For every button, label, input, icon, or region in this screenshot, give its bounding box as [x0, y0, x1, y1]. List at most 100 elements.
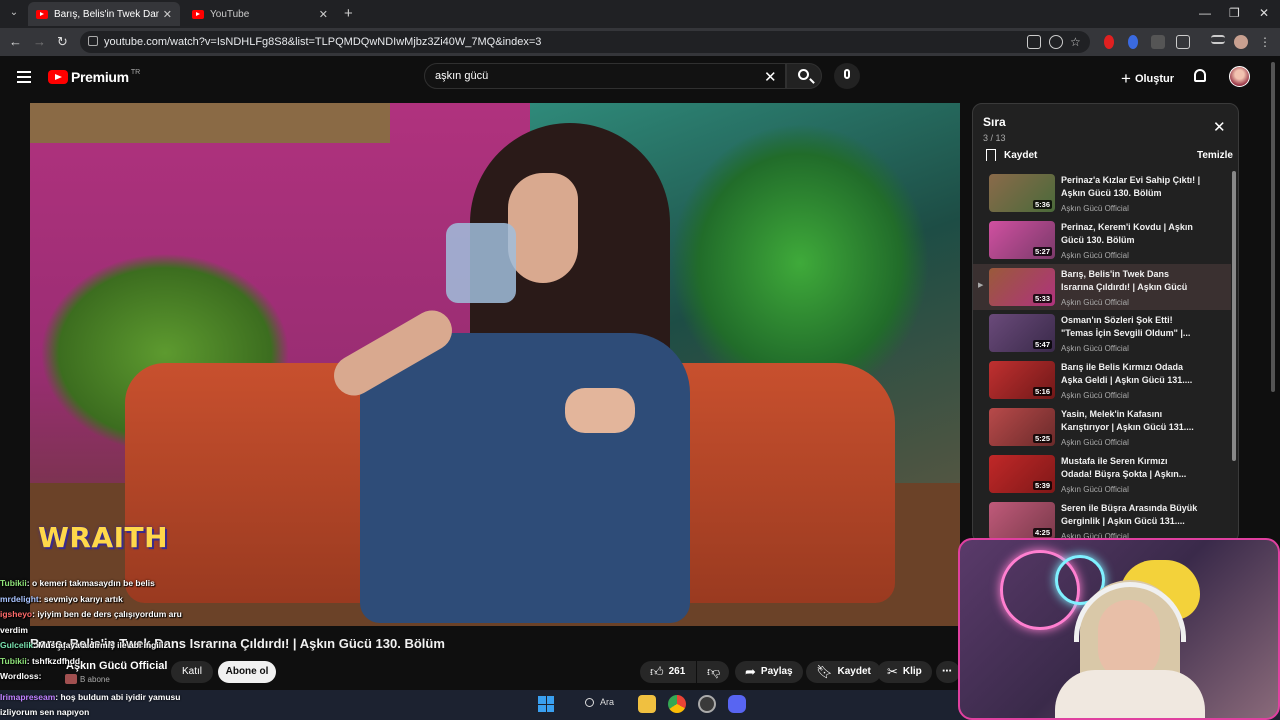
eye-off-icon[interactable]	[1049, 35, 1063, 49]
queue-save-button[interactable]: Kaydet	[986, 149, 1037, 161]
now-playing-icon: ▶	[978, 281, 984, 289]
video-thumbnail[interactable]: 5:25	[989, 407, 1055, 446]
extension-icon[interactable]	[1128, 35, 1138, 49]
like-button[interactable]: 👍︎ 261	[640, 661, 696, 683]
reading-list-icon[interactable]	[1211, 35, 1225, 44]
queue-item[interactable]: 5:36 Perinaz'a Kızlar Evi Sahip Çıktı! |…	[973, 170, 1231, 217]
search-button[interactable]	[786, 63, 822, 89]
queue-clear-button[interactable]: Temizle	[1197, 150, 1233, 161]
chat-text: verdim	[0, 624, 28, 635]
video-player[interactable]: WRAITH	[30, 103, 960, 626]
queue-video-title[interactable]: Yasin, Melek'in Kafasını Karıştırıyor | …	[1061, 408, 1201, 434]
forward-icon[interactable]: →	[33, 34, 46, 49]
back-icon[interactable]: ←	[9, 34, 22, 49]
browser-tab[interactable]: YouTube ✕	[184, 2, 336, 26]
video-duration: 5:33	[1032, 293, 1052, 303]
queue-video-title[interactable]: Barış, Belis'in Twek Dans Israrına Çıldı…	[1061, 268, 1201, 294]
tab-close-icon[interactable]: ✕	[163, 8, 172, 21]
queue-close-icon[interactable]: ✕	[1213, 118, 1226, 136]
chat-text: : o kemeri takmasaydın be belis	[26, 578, 155, 588]
chat-text: : iyiyim ben de ders çalışıyordum aru	[32, 609, 182, 619]
video-scene-cup	[446, 223, 516, 303]
scissors-icon: ✂	[887, 664, 898, 679]
tab-search-icon[interactable]: ⌄	[6, 5, 22, 21]
share-button[interactable]: ➦ Paylaş	[735, 661, 803, 683]
app-icon[interactable]	[698, 695, 716, 713]
browser-tab-active[interactable]: Barış, Belis'in Twek Dans Israrına Çıldı…	[28, 2, 180, 26]
queue-item[interactable]: 5:39 Mustafa ile Seren Kırmızı Odada! Bü…	[973, 451, 1231, 498]
video-scene-shelf	[30, 103, 390, 143]
video-thumbnail[interactable]: 5:16	[989, 361, 1055, 400]
page-scrollbar[interactable]	[1271, 62, 1275, 392]
logo-text: Premium	[71, 69, 129, 85]
queue-channel: Aşkın Gücü Official	[1061, 391, 1129, 401]
tab-title: YouTube	[210, 8, 250, 20]
stream-chat-overlay-bottom: Irimapreseam: hoş buldum abi iyidir yamu…	[0, 690, 230, 720]
chat-message: igsheyo: iyiyim ben de ders çalışıyordum…	[0, 607, 230, 623]
menu-icon[interactable]	[17, 71, 31, 86]
discord-icon[interactable]	[728, 695, 746, 713]
queue-item[interactable]: 5:25 Yasin, Melek'in Kafasını Karıştırıy…	[973, 404, 1231, 451]
share-label: Paylaş	[760, 666, 793, 677]
profile-avatar[interactable]	[1234, 35, 1248, 49]
browser-toolbar: ← → ↻ youtube.com/watch?v=IsNDHLFg8S8&li…	[0, 28, 1280, 56]
queue-video-title[interactable]: Perinaz'a Kızlar Evi Sahip Çıktı! | Aşkı…	[1061, 174, 1201, 200]
video-thumbnail[interactable]: 4:25	[989, 501, 1055, 540]
windows-start-icon[interactable]	[538, 696, 554, 712]
queue-item[interactable]: 4:25 Seren ile Büşra Arasında Büyük Gerg…	[973, 498, 1231, 542]
address-bar[interactable]: youtube.com/watch?v=IsNDHLFg8S8&list=TLP…	[80, 31, 1090, 53]
video-thumbnail[interactable]: 5:27	[989, 220, 1055, 259]
more-actions-button[interactable]: ⋯	[936, 661, 960, 683]
chat-user: Gulcelik	[0, 640, 34, 650]
queue-channel: Aşkın Gücü Official	[1061, 204, 1129, 213]
queue-channel: Aşkın Gücü Official	[1061, 344, 1129, 354]
create-button[interactable]: + Oluştur	[1121, 69, 1174, 89]
search-input[interactable]: aşkın gücü	[424, 63, 786, 89]
queue-save-label: Kaydet	[1004, 149, 1038, 161]
tab-close-icon[interactable]: ✕	[319, 8, 328, 21]
queue-video-title[interactable]: Barış ile Belis Kırmızı Odada Aşka Geldi…	[1061, 361, 1201, 387]
queue-item[interactable]: 5:16 Barış ile Belis Kırmızı Odada Aşka …	[973, 357, 1231, 404]
queue-item-current[interactable]: ▶ 5:33 Barış, Belis'in Twek Dans Israrın…	[973, 263, 1231, 311]
bookmark-star-icon[interactable]: ☆	[1070, 35, 1084, 49]
site-info-icon[interactable]	[88, 36, 98, 46]
save-button[interactable]: 🔖︎ Kaydet	[806, 661, 881, 683]
queue-video-title[interactable]: Perinaz, Kerem'i Kovdu | Aşkın Gücü 130.…	[1061, 221, 1201, 247]
video-thumbnail[interactable]: 5:33	[989, 267, 1055, 306]
wraith-overlay-logo: WRAITH	[38, 521, 169, 554]
taskbar-search[interactable]: Ara	[585, 697, 614, 707]
thumbs-down-icon: 👎︎	[707, 664, 721, 679]
voice-search-button[interactable]	[834, 63, 860, 89]
browser-menu-icon[interactable]: ⋮	[1259, 35, 1273, 49]
video-thumbnail[interactable]: 5:39	[989, 454, 1055, 493]
notifications-bell-icon[interactable]	[1194, 69, 1206, 82]
minimize-icon[interactable]: —	[1199, 6, 1211, 20]
video-thumbnail[interactable]: 5:47	[989, 314, 1055, 353]
clip-button[interactable]: ✂ Klip	[877, 661, 932, 683]
window-close-icon[interactable]: ✕	[1259, 6, 1269, 20]
cast-icon[interactable]	[1027, 35, 1041, 49]
clear-search-icon[interactable]: ✕	[764, 68, 777, 86]
video-thumbnail[interactable]: 5:36	[989, 174, 1055, 212]
new-tab-button[interactable]: +	[344, 5, 353, 22]
youtube-premium-logo[interactable]: Premium TR	[48, 69, 140, 85]
extension-icon[interactable]	[1151, 35, 1165, 49]
queue-scrollbar[interactable]	[1232, 171, 1236, 461]
account-avatar[interactable]	[1229, 66, 1250, 87]
dislike-button[interactable]: 👎︎	[697, 661, 729, 683]
bookmark-icon: 🔖︎	[816, 664, 833, 679]
queue-video-title[interactable]: Seren ile Büşra Arasında Büyük Gerginlik…	[1061, 502, 1201, 528]
chrome-icon[interactable]	[668, 695, 686, 713]
queue-video-title[interactable]: Osman'ın Sözleri Şok Etti! "Temas İçin S…	[1061, 314, 1201, 340]
file-explorer-icon[interactable]	[638, 695, 656, 713]
queue-item[interactable]: 5:27 Perinaz, Kerem'i Kovdu | Aşkın Gücü…	[973, 217, 1231, 264]
maximize-icon[interactable]: ❐	[1229, 6, 1240, 20]
extensions-puzzle-icon[interactable]	[1176, 35, 1190, 49]
queue-item[interactable]: 5:47 Osman'ın Sözleri Şok Etti! "Temas İ…	[973, 310, 1231, 357]
extension-icon[interactable]	[1104, 35, 1114, 49]
reload-icon[interactable]: ↻	[57, 34, 68, 50]
queue-video-title[interactable]: Mustafa ile Seren Kırmızı Odada! Büşra Ş…	[1061, 455, 1201, 481]
chat-message: mrdelight: sevmiyo karıyı artık	[0, 592, 230, 608]
chat-text: : hoş buldum abi iyidir yamusu	[55, 692, 181, 702]
taskbar-search-label: Ara	[600, 697, 615, 707]
